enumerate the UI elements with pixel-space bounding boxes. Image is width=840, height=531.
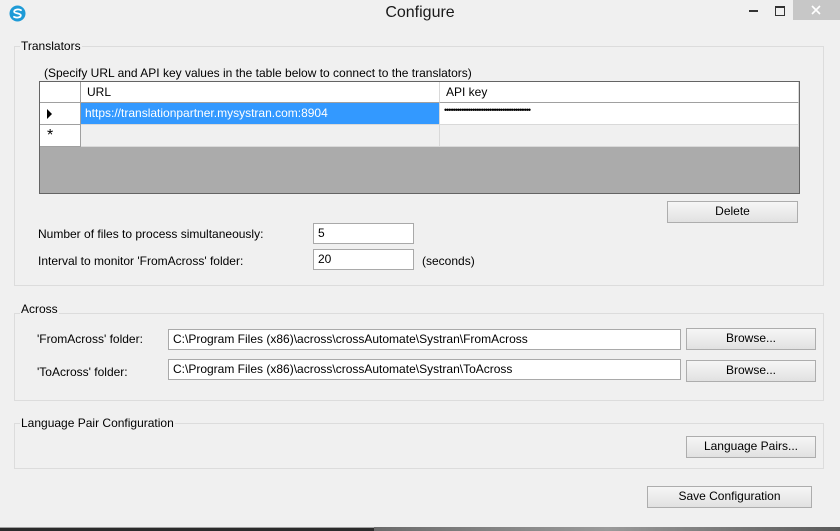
- minimize-icon: [749, 10, 758, 12]
- translators-group-label: Translators: [20, 39, 82, 53]
- configure-window: Configure Translators (Specify URL and A…: [0, 0, 840, 528]
- language-pairs-button[interactable]: Language Pairs...: [686, 436, 816, 458]
- new-api-key-cell[interactable]: [440, 125, 799, 147]
- files-label: Number of files to process simultaneousl…: [38, 227, 264, 241]
- close-button[interactable]: [793, 0, 840, 20]
- language-pair-group-label: Language Pair Configuration: [20, 416, 175, 430]
- from-across-browse-button[interactable]: Browse...: [686, 328, 816, 350]
- current-row-arrow-icon: [47, 109, 52, 119]
- new-row-asterisk-icon: *: [47, 127, 54, 144]
- api-key-cell[interactable]: ••••••••••••••••••••••••••••••••••••••••: [440, 103, 799, 125]
- close-icon: [811, 5, 821, 15]
- across-group-label: Across: [20, 302, 59, 316]
- interval-unit-label: (seconds): [422, 254, 475, 268]
- url-cell[interactable]: https://translationpartner.mysystran.com…: [81, 103, 440, 125]
- to-across-label: 'ToAcross' folder:: [37, 365, 128, 379]
- delete-button[interactable]: Delete: [667, 201, 798, 223]
- column-header-url[interactable]: URL: [81, 82, 440, 103]
- translators-instruction: (Specify URL and API key values in the t…: [44, 66, 472, 80]
- to-across-browse-button[interactable]: Browse...: [686, 360, 816, 382]
- to-across-path-input[interactable]: C:\Program Files (x86)\across\crossAutom…: [168, 359, 681, 380]
- row-header-current[interactable]: [40, 103, 81, 125]
- across-group: [14, 313, 824, 401]
- translators-table[interactable]: URL API key https://translationpartner.m…: [39, 81, 800, 194]
- table-corner-header: [40, 82, 81, 103]
- row-header-new[interactable]: *: [40, 125, 81, 147]
- desktop-background-strip: [374, 527, 840, 531]
- interval-input[interactable]: 20: [313, 249, 414, 270]
- minimize-button[interactable]: [741, 0, 767, 20]
- files-count-input[interactable]: 5: [313, 223, 414, 244]
- title-bar[interactable]: Configure: [0, 0, 840, 28]
- maximize-button[interactable]: [767, 0, 793, 20]
- save-configuration-button[interactable]: Save Configuration: [647, 486, 812, 508]
- maximize-icon: [775, 6, 785, 16]
- column-header-api-key[interactable]: API key: [440, 82, 799, 103]
- new-url-cell[interactable]: [81, 125, 440, 147]
- from-across-path-input[interactable]: C:\Program Files (x86)\across\crossAutom…: [168, 329, 681, 350]
- from-across-label: 'FromAcross' folder:: [37, 332, 143, 346]
- window-title: Configure: [385, 4, 455, 21]
- interval-label: Interval to monitor 'FromAcross' folder:: [38, 254, 244, 268]
